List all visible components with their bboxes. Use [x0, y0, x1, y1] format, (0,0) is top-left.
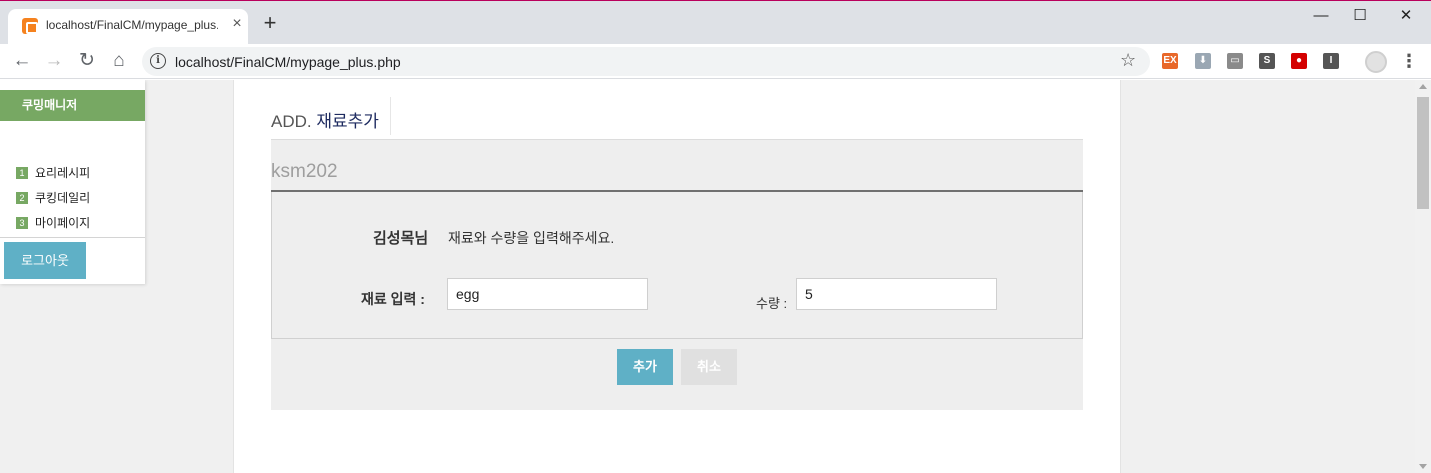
menu-number-badge: 2 [16, 191, 28, 204]
reload-icon[interactable]: ↻ [74, 48, 100, 74]
sidebar-menu: 1 요리레시피 2 쿠킹데일리 3 마이페이지 [16, 160, 90, 235]
browser-menu-icon[interactable]: ⋮ [1400, 50, 1418, 72]
greeting-instruction: 재료와 수량을 입력해주세요. [448, 230, 615, 246]
greeting-name: 김성목님 [373, 230, 429, 247]
sidebar-item-label: 쿠킹데일리 [35, 191, 91, 205]
scroll-up-arrow-icon[interactable] [1419, 84, 1427, 89]
quantity-label: 수량 : [756, 296, 788, 311]
sidebar-item-mypage[interactable]: 3 마이페이지 [16, 210, 90, 235]
add-button[interactable]: 추가 [617, 349, 673, 385]
bookmark-star-icon[interactable]: ☆ [1120, 50, 1136, 71]
browser-tab[interactable]: localhost/FinalCM/mypage_plus.php × [8, 9, 248, 44]
ingredient-form: 김성목님 재료와 수량을 입력해주세요. 재료 입력 : 수량 : [271, 192, 1083, 339]
download-extension-icon[interactable]: ⬇ [1195, 53, 1211, 69]
xampp-favicon-icon [22, 18, 38, 34]
brand-title[interactable]: 쿠밍매니저 [0, 90, 145, 121]
home-icon[interactable]: ⌂ [106, 48, 132, 74]
url-text[interactable]: localhost/FinalCM/mypage_plus.php [175, 54, 401, 70]
address-bar[interactable]: i localhost/FinalCM/mypage_plus.php ☆ [142, 47, 1150, 76]
username-heading: ksm202 [271, 161, 338, 182]
add-ingredient-panel: ksm202 김성목님 재료와 수량을 입력해주세요. 재료 입력 : 수량 :… [271, 140, 1083, 410]
sidebar-item-cooking-daily[interactable]: 2 쿠킹데일리 [16, 185, 90, 210]
sidebar-divider [0, 237, 145, 238]
tab-close-icon[interactable]: × [228, 15, 246, 33]
scroll-thumb[interactable] [1417, 97, 1429, 209]
page-title-text: 재료추가 [316, 112, 379, 131]
profile-avatar[interactable] [1365, 51, 1387, 73]
menu-number-badge: 1 [16, 166, 28, 179]
i-extension-icon[interactable]: I [1323, 53, 1339, 69]
minimize-icon[interactable]: — [1301, 5, 1341, 27]
tab-title: localhost/FinalCM/mypage_plus.php [46, 18, 218, 32]
menu-number-badge: 3 [16, 216, 28, 229]
ex-extension-icon[interactable]: EX [1162, 53, 1178, 69]
site-info-icon[interactable]: i [150, 53, 166, 69]
ingredient-label: 재료 입력 : [361, 291, 425, 307]
browser-titlebar: localhost/FinalCM/mypage_plus.php × + — … [0, 1, 1431, 44]
back-icon[interactable]: ← [9, 48, 35, 74]
s-extension-icon[interactable]: S [1259, 53, 1275, 69]
page-title: ADD. 재료추가 [257, 97, 391, 135]
logout-button[interactable]: 로그아웃 [4, 242, 86, 279]
new-tab-icon[interactable]: + [258, 12, 282, 36]
cancel-button[interactable]: 취소 [681, 349, 737, 385]
scroll-down-arrow-icon[interactable] [1419, 464, 1427, 469]
page-viewport: 쿠밍매니저 1 요리레시피 2 쿠킹데일리 3 마이페이지 로그아웃 ADD. … [0, 80, 1415, 473]
quantity-input[interactable] [796, 278, 997, 310]
card-extension-icon[interactable]: ▭ [1227, 53, 1243, 69]
sidebar: 쿠밍매니저 1 요리레시피 2 쿠킹데일리 3 마이페이지 로그아웃 [0, 80, 145, 284]
page-title-prefix: ADD. [271, 112, 312, 131]
sidebar-item-label: 마이페이지 [35, 216, 91, 230]
ingredient-input[interactable] [447, 278, 648, 310]
sidebar-item-recipe[interactable]: 1 요리레시피 [16, 160, 90, 185]
browser-toolbar: ← → ↻ ⌂ i localhost/FinalCM/mypage_plus.… [0, 44, 1431, 79]
window-close-icon[interactable]: ✕ [1386, 5, 1426, 27]
stop-extension-icon[interactable]: ● [1291, 53, 1307, 69]
sidebar-item-label: 요리레시피 [35, 166, 91, 180]
maximize-icon[interactable]: ☐ [1340, 5, 1380, 27]
forward-icon[interactable]: → [41, 48, 67, 74]
vertical-scrollbar[interactable] [1415, 80, 1431, 473]
